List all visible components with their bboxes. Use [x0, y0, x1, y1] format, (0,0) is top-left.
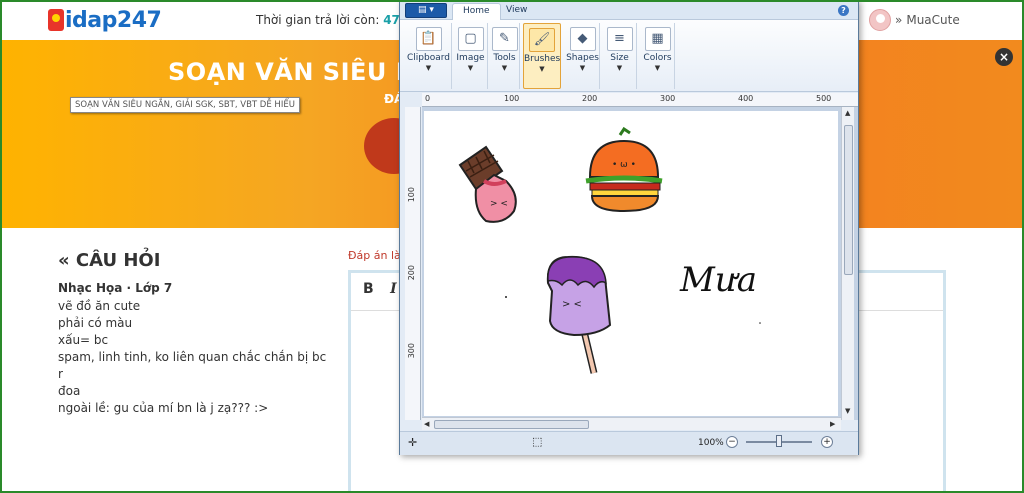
canvas-signature: Mưa: [679, 260, 757, 300]
scroll-thumb[interactable]: [434, 420, 589, 429]
paint-window: ▤ ▾ Home View ? 📋 Clipboard ▼ ▢ Image ▼ ✎ …: [399, 0, 859, 455]
shapes-icon: ◆: [569, 27, 596, 51]
zoom-level: 100%: [698, 438, 724, 448]
italic-button[interactable]: I: [390, 281, 397, 297]
zoom-in-button[interactable]: +: [821, 436, 833, 448]
clipboard-group[interactable]: 📋 Clipboard ▼: [406, 23, 452, 89]
scroll-thumb[interactable]: [844, 125, 853, 275]
burger-drawing: • ω •: [585, 126, 663, 213]
drawing: > < • ω • > < Mưa: [458, 126, 761, 374]
zoom-slider-handle[interactable]: [776, 435, 782, 447]
ruler-label: 200: [407, 265, 416, 281]
scroll-left-icon[interactable]: ◀: [424, 420, 429, 428]
question-line: xấu= bc: [58, 333, 109, 347]
group-label: Image: [456, 53, 485, 63]
group-label: Size: [610, 53, 629, 63]
colors-group[interactable]: ▦ Colors ▼: [641, 23, 675, 89]
vertical-scrollbar[interactable]: ▲ ▼: [841, 107, 854, 420]
timer-label: Thời gian trả lời còn:: [256, 13, 380, 27]
answer-label: Đáp án là: [348, 249, 401, 262]
scroll-down-icon[interactable]: ▼: [845, 407, 850, 415]
close-icon[interactable]: ×: [995, 48, 1013, 66]
ruler-label: 200: [582, 94, 598, 103]
user-menu[interactable]: » MuaCute: [869, 9, 960, 31]
logo-icon: [48, 9, 64, 31]
question-line: đoa: [58, 384, 81, 398]
paint-canvas[interactable]: > < • ω • > < Mưa: [424, 111, 838, 416]
image-group[interactable]: ▢ Image ▼: [454, 23, 488, 89]
group-label: Tools: [493, 53, 516, 63]
question-body: vẽ đồ ăn cute phải có màu xấu= bc spam, …: [58, 298, 328, 417]
brush-icon: 🖌: [529, 28, 555, 52]
chevron-down-icon: »: [895, 13, 903, 27]
question-line: vẽ đồ ăn cute: [58, 299, 141, 313]
question-line: phải có màu: [58, 316, 133, 330]
ruler-label: 500: [816, 94, 832, 103]
group-label: Shapes: [566, 53, 599, 63]
group-label: Colors: [643, 53, 672, 63]
tab-home[interactable]: Home: [452, 3, 501, 20]
banner-title: SOẠN VĂN SIÊU N: [168, 58, 417, 86]
zoom-out-button[interactable]: −: [726, 436, 738, 448]
question-line: ngoài lề: gu của mí bn là j zạ??? :>: [58, 401, 269, 415]
scroll-right-icon[interactable]: ▶: [830, 420, 835, 428]
ruler-label: 300: [407, 343, 416, 359]
ruler-label: 100: [407, 187, 416, 203]
ruler-label: 400: [738, 94, 754, 103]
svg-text:• ω •: • ω •: [612, 160, 636, 170]
vertical-ruler: 100 200 300: [405, 107, 421, 420]
status-bar: ✛ ⬚ 100% − +: [400, 431, 858, 455]
menu-icon: ▤: [418, 5, 430, 15]
paint-menu-chevron: ▾: [429, 5, 434, 15]
svg-text:> <: > <: [490, 199, 508, 209]
question-meta: Nhạc Họa · Lớp 7: [58, 281, 173, 295]
ruler-label: 0: [425, 94, 431, 103]
selection-size-icon: ⬚: [532, 435, 543, 448]
colors-icon: ▦: [644, 27, 671, 51]
paint-menu-button[interactable]: ▤ ▾: [405, 3, 447, 18]
bold-button[interactable]: B: [363, 281, 374, 297]
size-group[interactable]: ≡ Size ▼: [603, 23, 637, 89]
site-logo[interactable]: idap247: [48, 6, 162, 34]
cursor-position-icon: ✛: [408, 436, 418, 449]
user-name[interactable]: MuaCute: [906, 13, 959, 27]
chocolate-drawing: > <: [458, 145, 517, 223]
tools-icon: ✎: [491, 27, 518, 51]
question-heading: « CÂU HỎI: [58, 250, 161, 271]
countdown-timer: Thời gian trả lời còn: 47p:5: [256, 13, 422, 27]
horizontal-scrollbar[interactable]: ◀ ▶: [422, 417, 841, 430]
banner-tag: SOẠN VĂN SIÊU NGẮN, GIẢI SGK, SBT, VBT D…: [70, 97, 300, 113]
ruler-label: 100: [504, 94, 520, 103]
help-icon[interactable]: ?: [838, 5, 849, 16]
horizontal-ruler: 0 100 200 300 400 500: [422, 93, 858, 107]
paint-tabbar: ▤ ▾ Home View ?: [400, 1, 858, 20]
tools-group[interactable]: ✎ Tools ▼: [490, 23, 520, 89]
logo-text: idap247: [65, 7, 162, 33]
tab-view[interactable]: View: [496, 3, 537, 20]
brushes-group[interactable]: 🖌 Brushes ▼: [523, 23, 561, 89]
popsicle-drawing: > <: [546, 255, 612, 374]
scroll-up-icon[interactable]: ▲: [845, 109, 850, 117]
clipboard-icon: 📋: [415, 27, 442, 51]
paint-ribbon: 📋 Clipboard ▼ ▢ Image ▼ ✎ Tools ▼ 🖌 Brushes…: [400, 20, 858, 92]
svg-text:> <: > <: [562, 299, 582, 310]
shapes-group[interactable]: ◆ Shapes ▼: [566, 23, 600, 89]
group-label: Clipboard: [407, 53, 450, 63]
avatar[interactable]: [869, 9, 891, 31]
group-label: Brushes: [524, 54, 561, 64]
ruler-label: 300: [660, 94, 676, 103]
image-icon: ▢: [457, 27, 484, 51]
question-line: spam, linh tinh, ko liên quan chắc chắn …: [58, 350, 327, 381]
size-icon: ≡: [606, 27, 633, 51]
